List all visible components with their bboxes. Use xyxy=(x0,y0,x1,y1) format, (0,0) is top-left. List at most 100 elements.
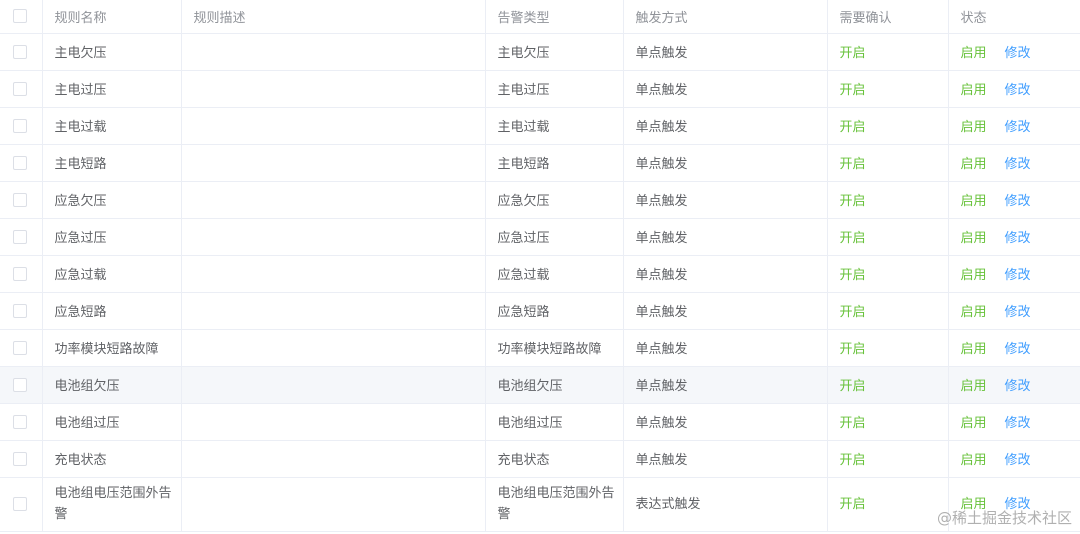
cell-alarm-type: 主电欠压 xyxy=(485,33,624,71)
cell-status-actions: 启用 修改 xyxy=(948,181,1080,219)
row-checkbox[interactable] xyxy=(13,192,27,207)
header-needs-confirm: 需要确认 xyxy=(827,0,949,34)
cell-alarm-type: 应急欠压 xyxy=(485,181,624,219)
confirm-status-text: 开启 xyxy=(839,379,866,394)
enable-button[interactable]: 启用 xyxy=(961,83,987,98)
confirm-status-text: 开启 xyxy=(839,83,866,98)
header-alarm-type: 告警类型 xyxy=(485,0,624,34)
cell-trigger-method: 单点触发 xyxy=(623,292,828,330)
edit-button[interactable]: 修改 xyxy=(1005,268,1031,283)
edit-button[interactable]: 修改 xyxy=(1005,83,1031,98)
cell-status-actions: 启用 修改 xyxy=(948,440,1080,478)
enable-button[interactable]: 启用 xyxy=(961,416,987,431)
cell-alarm-type: 电池组欠压 xyxy=(485,366,624,404)
cell-needs-confirm: 开启 xyxy=(827,107,949,145)
enable-button[interactable]: 启用 xyxy=(961,497,987,512)
row-checkbox[interactable] xyxy=(13,340,27,355)
row-checkbox[interactable] xyxy=(13,414,27,429)
cell-status-actions: 启用 修改 xyxy=(948,477,1080,532)
cell-needs-confirm: 开启 xyxy=(827,440,949,478)
edit-button[interactable]: 修改 xyxy=(1005,342,1031,357)
edit-button[interactable]: 修改 xyxy=(1005,497,1031,512)
edit-button[interactable]: 修改 xyxy=(1005,416,1031,431)
edit-button[interactable]: 修改 xyxy=(1005,379,1031,394)
row-select-cell xyxy=(0,292,43,330)
cell-rule-description xyxy=(181,477,486,532)
cell-alarm-type: 应急过载 xyxy=(485,255,624,293)
cell-needs-confirm: 开启 xyxy=(827,181,949,219)
edit-button[interactable]: 修改 xyxy=(1005,231,1031,246)
row-checkbox[interactable] xyxy=(13,377,27,392)
cell-status-actions: 启用 修改 xyxy=(948,366,1080,404)
table-row: 主电过压 主电过压 单点触发 开启 启用 修改 xyxy=(0,70,1080,108)
cell-needs-confirm: 开启 xyxy=(827,366,949,404)
row-checkbox[interactable] xyxy=(13,451,27,466)
cell-status-actions: 启用 修改 xyxy=(948,107,1080,145)
select-all-checkbox[interactable] xyxy=(13,9,27,24)
row-checkbox[interactable] xyxy=(13,497,27,511)
row-checkbox[interactable] xyxy=(13,303,27,318)
enable-button[interactable]: 启用 xyxy=(961,120,987,135)
edit-button[interactable]: 修改 xyxy=(1005,157,1031,172)
cell-status-actions: 启用 修改 xyxy=(948,403,1080,441)
cell-rule-name: 功率模块短路故障 xyxy=(42,329,182,367)
table-row: 功率模块短路故障 功率模块短路故障 单点触发 开启 启用 修改 xyxy=(0,329,1080,367)
cell-rule-name: 主电过载 xyxy=(42,107,182,145)
cell-status-actions: 启用 修改 xyxy=(948,255,1080,293)
cell-needs-confirm: 开启 xyxy=(827,144,949,182)
row-select-cell xyxy=(0,218,43,256)
cell-trigger-method: 单点触发 xyxy=(623,218,828,256)
edit-button[interactable]: 修改 xyxy=(1005,305,1031,320)
enable-button[interactable]: 启用 xyxy=(961,305,987,320)
enable-button[interactable]: 启用 xyxy=(961,231,987,246)
cell-status-actions: 启用 修改 xyxy=(948,70,1080,108)
row-select-cell xyxy=(0,181,43,219)
cell-alarm-type: 电池组过压 xyxy=(485,403,624,441)
edit-button[interactable]: 修改 xyxy=(1005,120,1031,135)
cell-rule-description xyxy=(181,218,486,256)
cell-alarm-type: 应急短路 xyxy=(485,292,624,330)
edit-button[interactable]: 修改 xyxy=(1005,46,1031,61)
edit-button[interactable]: 修改 xyxy=(1005,453,1031,468)
row-checkbox[interactable] xyxy=(13,44,27,59)
enable-button[interactable]: 启用 xyxy=(961,342,987,357)
table-row: 电池组欠压 电池组欠压 单点触发 开启 启用 修改 xyxy=(0,366,1080,404)
cell-trigger-method: 单点触发 xyxy=(623,255,828,293)
enable-button[interactable]: 启用 xyxy=(961,268,987,283)
enable-button[interactable]: 启用 xyxy=(961,379,987,394)
edit-button[interactable]: 修改 xyxy=(1005,194,1031,209)
cell-status-actions: 启用 修改 xyxy=(948,33,1080,71)
confirm-status-text: 开启 xyxy=(839,342,866,357)
row-select-cell xyxy=(0,144,43,182)
row-checkbox[interactable] xyxy=(13,229,27,244)
cell-trigger-method: 单点触发 xyxy=(623,144,828,182)
row-checkbox[interactable] xyxy=(13,155,27,170)
confirm-status-text: 开启 xyxy=(839,120,866,135)
row-select-cell xyxy=(0,366,43,404)
row-checkbox[interactable] xyxy=(13,81,27,96)
table-row: 电池组过压 电池组过压 单点触发 开启 启用 修改 xyxy=(0,403,1080,441)
cell-trigger-method: 单点触发 xyxy=(623,33,828,71)
cell-alarm-type: 应急过压 xyxy=(485,218,624,256)
row-select-cell xyxy=(0,440,43,478)
cell-alarm-type: 功率模块短路故障 xyxy=(485,329,624,367)
enable-button[interactable]: 启用 xyxy=(961,46,987,61)
cell-needs-confirm: 开启 xyxy=(827,403,949,441)
cell-trigger-method: 单点触发 xyxy=(623,70,828,108)
confirm-status-text: 开启 xyxy=(839,496,866,512)
cell-alarm-type: 主电过载 xyxy=(485,107,624,145)
row-checkbox[interactable] xyxy=(13,266,27,281)
cell-rule-description xyxy=(181,144,486,182)
cell-rule-description xyxy=(181,403,486,441)
enable-button[interactable]: 启用 xyxy=(961,194,987,209)
enable-button[interactable]: 启用 xyxy=(961,157,987,172)
cell-trigger-method: 单点触发 xyxy=(623,440,828,478)
table-header-row: 规则名称 规则描述 告警类型 触发方式 需要确认 状态 xyxy=(0,0,1080,34)
cell-rule-name: 应急过载 xyxy=(42,255,182,293)
cell-rule-description xyxy=(181,255,486,293)
row-checkbox[interactable] xyxy=(13,118,27,133)
table-row: 主电短路 主电短路 单点触发 开启 启用 修改 xyxy=(0,144,1080,182)
cell-trigger-method: 表达式触发 xyxy=(623,477,828,532)
enable-button[interactable]: 启用 xyxy=(961,453,987,468)
cell-trigger-method: 单点触发 xyxy=(623,329,828,367)
